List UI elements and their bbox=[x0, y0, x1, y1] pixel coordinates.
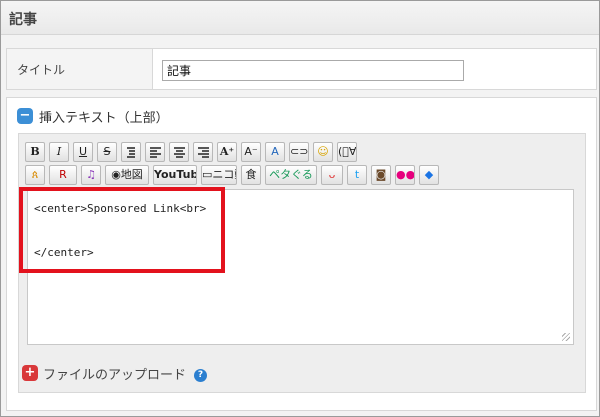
font-color-button[interactable]: A bbox=[265, 142, 285, 162]
link-button[interactable]: ⊂⊃ bbox=[289, 142, 309, 162]
title-input[interactable] bbox=[162, 60, 464, 81]
align-left-button[interactable] bbox=[145, 142, 165, 162]
rakuten-button[interactable]: R bbox=[49, 165, 77, 185]
file-upload-label: ファイルのアップロード bbox=[43, 368, 187, 383]
toolbar-row-2: ጰR♫◉地図YouTube▭ニコ動食ペタぐるᴗt◙●●◆ bbox=[25, 165, 581, 185]
music-button[interactable]: ♫ bbox=[81, 165, 101, 185]
strikethrough-button[interactable]: S bbox=[97, 142, 117, 162]
twitter-button[interactable]: t bbox=[347, 165, 367, 185]
italic-button[interactable]: I bbox=[49, 142, 69, 162]
collapse-icon[interactable]: − bbox=[17, 108, 33, 124]
resize-handle[interactable] bbox=[562, 333, 570, 341]
section-title: 記事 bbox=[9, 12, 37, 28]
underline-button[interactable]: U bbox=[73, 142, 93, 162]
kaomoji-button[interactable]: (ﾟ∀ﾟ) bbox=[337, 142, 357, 162]
font-larger-button[interactable]: A⁺ bbox=[217, 142, 237, 162]
expand-icon[interactable]: + bbox=[22, 365, 38, 381]
map-button[interactable]: ◉地図 bbox=[105, 165, 149, 185]
title-row: タイトル bbox=[6, 48, 597, 90]
toolbar-row-1: BIUS A⁺A⁻A⊂⊃☺(ﾟ∀ﾟ) bbox=[25, 142, 581, 162]
recipe-button[interactable]: 食 bbox=[241, 165, 261, 185]
section-header: 記事 bbox=[1, 1, 599, 35]
title-label-cell: タイトル bbox=[7, 49, 153, 89]
align-center-button[interactable] bbox=[169, 142, 189, 162]
niconico-button[interactable]: ▭ニコ動 bbox=[201, 165, 237, 185]
dropbox-button[interactable]: ◆ bbox=[419, 165, 439, 185]
smile-button[interactable]: ᴗ bbox=[321, 165, 343, 185]
list-button[interactable] bbox=[121, 142, 141, 162]
flickr-button[interactable]: ●● bbox=[395, 165, 415, 185]
article-panel: 記事 タイトル − 挿入テキスト（上部） BIUS A⁺A⁻A⊂⊃☺(ﾟ∀ﾟ) ጰ… bbox=[0, 0, 600, 417]
emoji-button[interactable]: ☺ bbox=[313, 142, 333, 162]
youtube-button[interactable]: YouTube bbox=[153, 165, 197, 185]
title-label: タイトル bbox=[17, 63, 66, 77]
amazon-button[interactable]: ጰ bbox=[25, 165, 45, 185]
insert-text-label: 挿入テキスト（上部） bbox=[39, 111, 169, 126]
petaguru-button[interactable]: ペタぐる bbox=[265, 165, 317, 185]
instagram-button[interactable]: ◙ bbox=[371, 165, 391, 185]
bold-button[interactable]: B bbox=[25, 142, 45, 162]
align-right-button[interactable] bbox=[193, 142, 213, 162]
font-smaller-button[interactable]: A⁻ bbox=[241, 142, 261, 162]
help-icon[interactable]: ? bbox=[194, 369, 207, 382]
highlight-box bbox=[19, 187, 225, 273]
